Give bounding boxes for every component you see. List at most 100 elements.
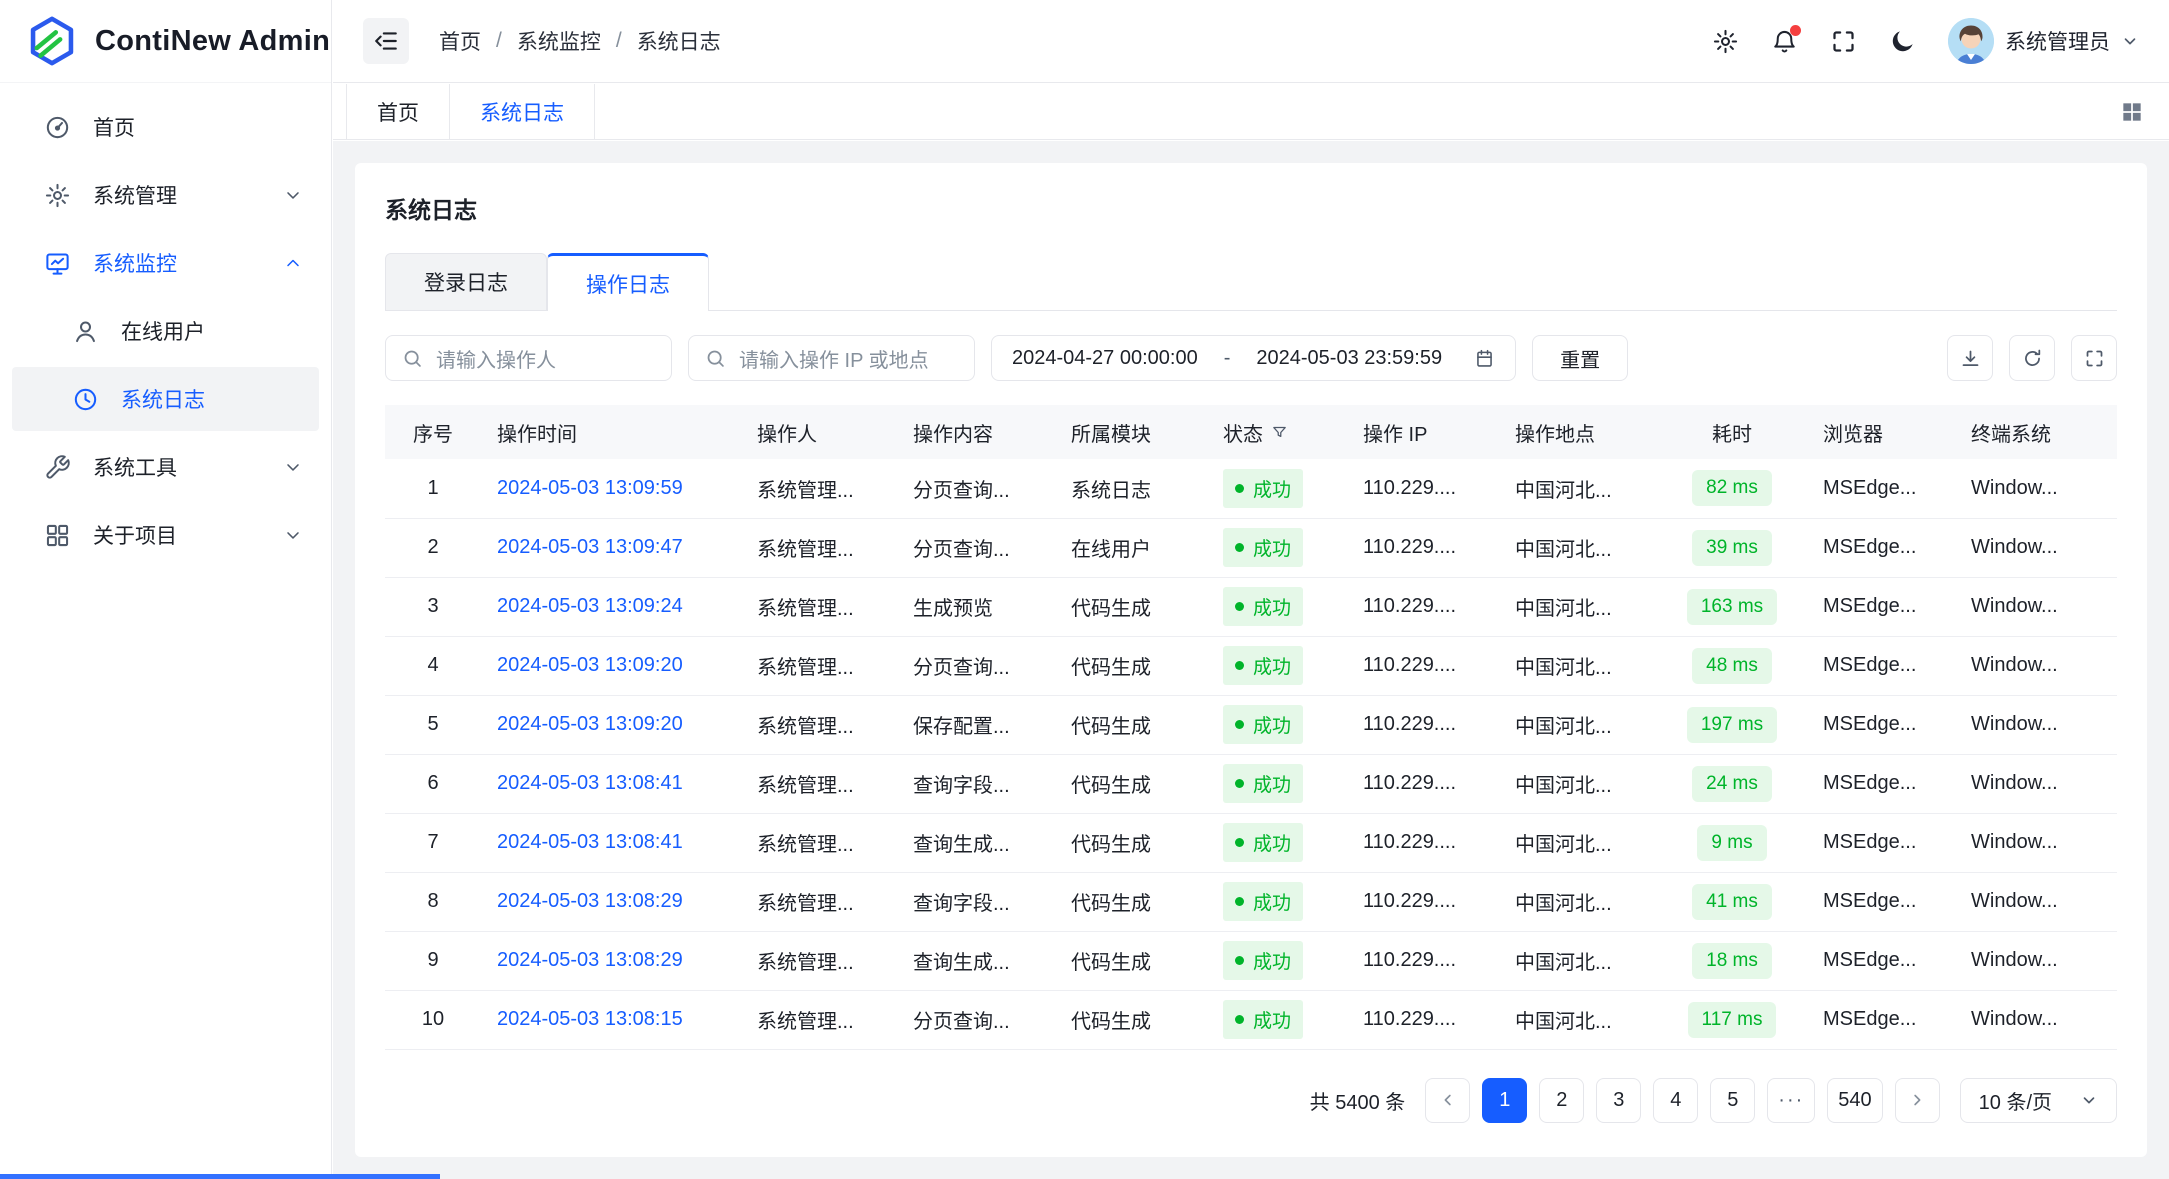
download-icon[interactable] — [1947, 335, 1993, 381]
cell-os: Window... — [1955, 990, 2117, 1049]
operator-search-input[interactable]: 请输入操作人 — [385, 335, 672, 381]
table-row: 62024-05-03 13:08:41系统管理...查询字段...代码生成成功… — [385, 754, 2117, 813]
content-area: 系统日志 登录日志 操作日志 请输入操作人 请输入操作 IP 或地点 — [333, 141, 2169, 1179]
status-badge: 成功 — [1223, 646, 1303, 685]
sidebar-item-0[interactable]: 首页 — [12, 95, 319, 159]
cell-location: 中国河北... — [1499, 518, 1657, 577]
cell-status: 成功 — [1207, 754, 1347, 813]
cell-ip: 110.229.... — [1347, 695, 1499, 754]
cell-operator: 系统管理... — [741, 872, 897, 931]
breadcrumb: 首页 / 系统监控 / 系统日志 — [439, 26, 721, 56]
status-dot-icon — [1235, 484, 1244, 493]
time-link[interactable]: 2024-05-03 13:08:41 — [497, 831, 683, 853]
cell-status: 成功 — [1207, 931, 1347, 990]
duration-badge: 117 ms — [1688, 1002, 1777, 1038]
time-link[interactable]: 2024-05-03 13:08:15 — [497, 1008, 683, 1030]
cell-operator: 系统管理... — [741, 990, 897, 1049]
column-header-9: 浏览器 — [1807, 405, 1955, 459]
cell-operator: 系统管理... — [741, 636, 897, 695]
sidebar-item-3[interactable]: 在线用户 — [12, 299, 319, 363]
status-badge: 成功 — [1223, 882, 1303, 921]
sidebar-item-1[interactable]: 系统管理 — [12, 163, 319, 227]
pagination-next-button[interactable] — [1895, 1078, 1940, 1123]
system-log-card: 系统日志 登录日志 操作日志 请输入操作人 请输入操作 IP 或地点 — [355, 163, 2147, 1157]
breadcrumb-home[interactable]: 首页 — [439, 26, 481, 56]
tab-operation-log[interactable]: 操作日志 — [547, 253, 709, 311]
sidebar-item-label: 首页 — [93, 112, 135, 142]
sidebar-collapse-button[interactable] — [363, 18, 409, 64]
cell-time: 2024-05-03 13:09:59 — [481, 459, 741, 518]
breadcrumb-monitor[interactable]: 系统监控 — [517, 26, 601, 56]
cell-operator: 系统管理... — [741, 754, 897, 813]
time-link[interactable]: 2024-05-03 13:08:29 — [497, 890, 683, 912]
pagination-page-540[interactable]: 540 — [1827, 1078, 1882, 1123]
user-menu[interactable]: 系统管理员 — [1948, 18, 2139, 64]
column-header-5: 状态 — [1207, 405, 1347, 459]
time-link[interactable]: 2024-05-03 13:09:24 — [497, 595, 683, 617]
cell-content: 保存配置... — [897, 695, 1055, 754]
time-link[interactable]: 2024-05-03 13:08:29 — [497, 949, 683, 971]
sidebar-item-6[interactable]: 关于项目 — [12, 503, 319, 567]
chevron-down-icon — [283, 185, 303, 205]
time-link[interactable]: 2024-05-03 13:09:47 — [497, 536, 683, 558]
table-body: 12024-05-03 13:09:59系统管理...分页查询...系统日志成功… — [385, 459, 2117, 1049]
fullscreen-icon[interactable] — [1830, 28, 1857, 55]
time-link[interactable]: 2024-05-03 13:08:41 — [497, 772, 683, 794]
operation-log-table: 序号操作时间操作人操作内容所属模块状态操作 IP操作地点耗时浏览器终端系统 12… — [385, 405, 2117, 1050]
time-link[interactable]: 2024-05-03 13:09:59 — [497, 477, 683, 499]
sidebar-item-5[interactable]: 系统工具 — [12, 435, 319, 499]
dark-mode-moon-icon[interactable] — [1889, 28, 1916, 55]
time-link[interactable]: 2024-05-03 13:09:20 — [497, 713, 683, 735]
pagination-page-5[interactable]: 5 — [1710, 1078, 1755, 1123]
table-toolbar — [1947, 335, 2117, 381]
expand-icon[interactable] — [2071, 335, 2117, 381]
view-tab-home[interactable]: 首页 — [346, 84, 450, 139]
sidebar-item-2[interactable]: 系统监控 — [12, 231, 319, 295]
column-header-8: 耗时 — [1657, 405, 1807, 459]
cell-status: 成功 — [1207, 872, 1347, 931]
cell-ip: 110.229.... — [1347, 872, 1499, 931]
duration-badge: 18 ms — [1692, 943, 1772, 979]
cell-os: Window... — [1955, 754, 2117, 813]
cell-status: 成功 — [1207, 990, 1347, 1049]
cell-index: 2 — [385, 518, 481, 577]
status-dot-icon — [1235, 897, 1244, 906]
time-link[interactable]: 2024-05-03 13:09:20 — [497, 654, 683, 676]
cell-browser: MSEdge... — [1807, 695, 1955, 754]
cell-os: Window... — [1955, 695, 2117, 754]
settings-gear-icon[interactable] — [1712, 28, 1739, 55]
status-dot-icon — [1235, 543, 1244, 552]
tab-login-log[interactable]: 登录日志 — [385, 253, 547, 311]
cell-ip: 110.229.... — [1347, 754, 1499, 813]
cell-location: 中国河北... — [1499, 636, 1657, 695]
pagination-page-1[interactable]: 1 — [1482, 1078, 1527, 1123]
grid-2x2-icon[interactable] — [2119, 99, 2145, 125]
cell-browser: MSEdge... — [1807, 813, 1955, 872]
table-row: 32024-05-03 13:09:24系统管理...生成预览代码生成成功110… — [385, 577, 2117, 636]
table-row: 12024-05-03 13:09:59系统管理...分页查询...系统日志成功… — [385, 459, 2117, 518]
chevron-left-icon — [1439, 1091, 1457, 1109]
pagination-page-2[interactable]: 2 — [1539, 1078, 1584, 1123]
page-size-select[interactable]: 10 条/页 — [1960, 1078, 2117, 1123]
reset-button[interactable]: 重置 — [1532, 335, 1628, 381]
view-tab-system-log[interactable]: 系统日志 — [450, 84, 595, 139]
cell-duration: 9 ms — [1657, 813, 1807, 872]
notifications-bell-icon[interactable] — [1771, 28, 1798, 55]
cell-location: 中国河北... — [1499, 577, 1657, 636]
cell-location: 中国河北... — [1499, 931, 1657, 990]
chevron-down-icon — [283, 525, 303, 545]
refresh-icon[interactable] — [2009, 335, 2055, 381]
pagination-page-3[interactable]: 3 — [1596, 1078, 1641, 1123]
column-header-10: 终端系统 — [1955, 405, 2117, 459]
pagination-page-4[interactable]: 4 — [1653, 1078, 1698, 1123]
pagination-prev-button[interactable] — [1425, 1078, 1470, 1123]
pagination-ellipsis[interactable]: ··· — [1767, 1078, 1815, 1123]
date-range-picker[interactable]: 2024-04-27 00:00:00 - 2024-05-03 23:59:5… — [991, 335, 1516, 381]
sidebar-item-4[interactable]: 系统日志 — [12, 367, 319, 431]
ip-search-input[interactable]: 请输入操作 IP 或地点 — [688, 335, 975, 381]
cell-location: 中国河北... — [1499, 754, 1657, 813]
cell-duration: 48 ms — [1657, 636, 1807, 695]
funnel-icon[interactable] — [1271, 424, 1288, 441]
cell-module: 代码生成 — [1055, 990, 1207, 1049]
cell-os: Window... — [1955, 518, 2117, 577]
